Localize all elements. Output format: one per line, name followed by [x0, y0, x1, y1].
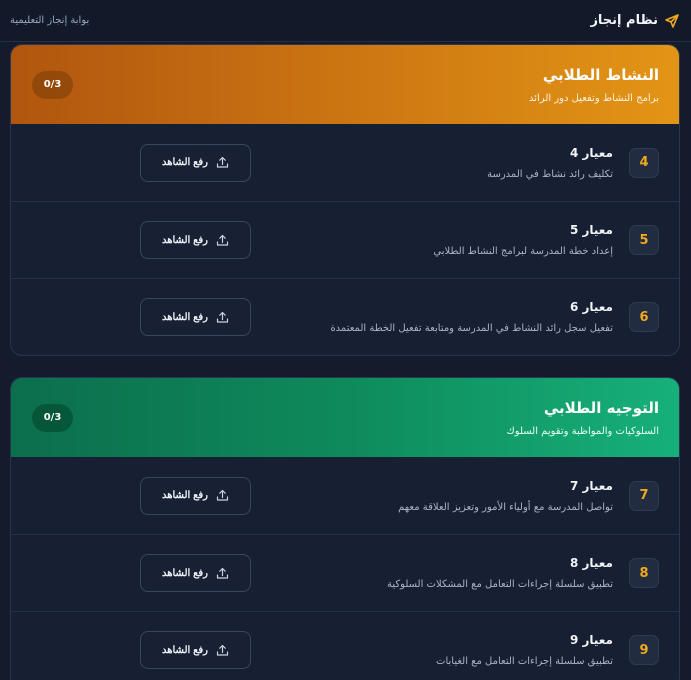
section-student-activity: النشاط الطلابي برامج النشاط وتفعيل دور ا… [10, 44, 680, 356]
criterion-description: تطبيق سلسلة إجراءات التعامل مع الغيابات [436, 656, 613, 667]
upload-button-label: رفع الشاهد [161, 311, 209, 323]
upload-button-label: رفع الشاهد [161, 490, 209, 501]
criterion-description: إعداد خطة المدرسة لبرامج النشاط الطلابي [433, 246, 613, 257]
criterion-number: 4 [629, 147, 659, 178]
upload-icon [216, 156, 229, 169]
progress-badge: 0/3 [32, 403, 73, 432]
criterion-row: 7 معيار 7 تواصل المدرسة مع أولياء الأمور… [11, 457, 679, 534]
section-student-guidance: التوجيه الطلابي السلوكيات والمواظبة وتقو… [10, 377, 680, 680]
upload-evidence-button[interactable]: رفع الشاهد [140, 631, 251, 669]
upload-evidence-button[interactable]: رفع الشاهد [140, 221, 251, 259]
criterion-row: 5 معيار 5 إعداد خطة المدرسة لبرامج النشا… [11, 201, 679, 278]
criterion-row: 9 معيار 9 تطبيق سلسلة إجراءات التعامل مع… [11, 611, 679, 680]
criterion-number: 5 [629, 225, 659, 255]
criterion-title: معيار 7 [569, 478, 613, 493]
top-bar: نظام إنجاز بوابة إنجاز التعليمية [0, 0, 691, 42]
criterion-number: 8 [629, 558, 659, 588]
criterion-description: تكليف رائد نشاط في المدرسة [487, 168, 613, 180]
send-icon [664, 13, 680, 29]
criterion-description: تواصل المدرسة مع أولياء الأمور وتعزيز ال… [398, 501, 613, 513]
section-header: التوجيه الطلابي السلوكيات والمواظبة وتقو… [11, 378, 679, 457]
criterion-row: 4 معيار 4 تكليف رائد نشاط في المدرسة رفع… [11, 124, 679, 201]
progress-badge: 0/3 [32, 70, 73, 99]
criterion-row: 6 معيار 6 تفعيل سجل رائد النشاط في المدر… [11, 278, 679, 355]
upload-icon [216, 567, 229, 580]
section-title: التوجيه الطلابي [543, 398, 659, 417]
criterion-number: 7 [629, 480, 659, 511]
criterion-number: 9 [629, 635, 659, 665]
upload-evidence-button[interactable]: رفع الشاهد [140, 554, 251, 592]
upload-button-label: رفع الشاهد [161, 644, 209, 656]
criterion-description: تفعيل سجل رائد النشاط في المدرسة ومتابعة… [330, 323, 613, 334]
upload-evidence-button[interactable]: رفع الشاهد [140, 298, 251, 336]
criterion-row: 8 معيار 8 تطبيق سلسلة إجراءات التعامل مع… [11, 534, 679, 611]
criterion-number: 6 [629, 302, 659, 332]
criterion-description: تطبيق سلسلة إجراءات التعامل مع المشكلات … [387, 579, 613, 590]
criterion-title: معيار 6 [569, 300, 613, 314]
section-header: النشاط الطلابي برامج النشاط وتفعيل دور ا… [11, 45, 679, 124]
upload-icon [216, 644, 229, 657]
criterion-title: معيار 4 [569, 145, 613, 160]
upload-button-label: رفع الشاهد [161, 157, 209, 168]
portal-label: بوابة إنجاز التعليمية [10, 15, 90, 26]
upload-evidence-button[interactable]: رفع الشاهد [140, 143, 251, 182]
section-subtitle: السلوكيات والمواظبة وتقويم السلوك [506, 425, 659, 437]
section-subtitle: برامج النشاط وتفعيل دور الرائد [528, 92, 659, 104]
upload-button-label: رفع الشاهد [161, 234, 209, 246]
upload-icon [216, 234, 229, 247]
upload-icon [216, 311, 229, 324]
criterion-title: معيار 9 [569, 633, 613, 647]
brand[interactable]: نظام إنجاز [590, 13, 680, 29]
upload-evidence-button[interactable]: رفع الشاهد [140, 476, 251, 515]
upload-button-label: رفع الشاهد [161, 567, 209, 579]
section-title: النشاط الطلابي [542, 65, 659, 84]
upload-icon [216, 489, 229, 502]
app-title: نظام إنجاز [590, 13, 658, 28]
criterion-title: معيار 5 [569, 223, 613, 237]
criterion-title: معيار 8 [569, 556, 613, 570]
main-content: النشاط الطلابي برامج النشاط وتفعيل دور ا… [0, 42, 691, 680]
